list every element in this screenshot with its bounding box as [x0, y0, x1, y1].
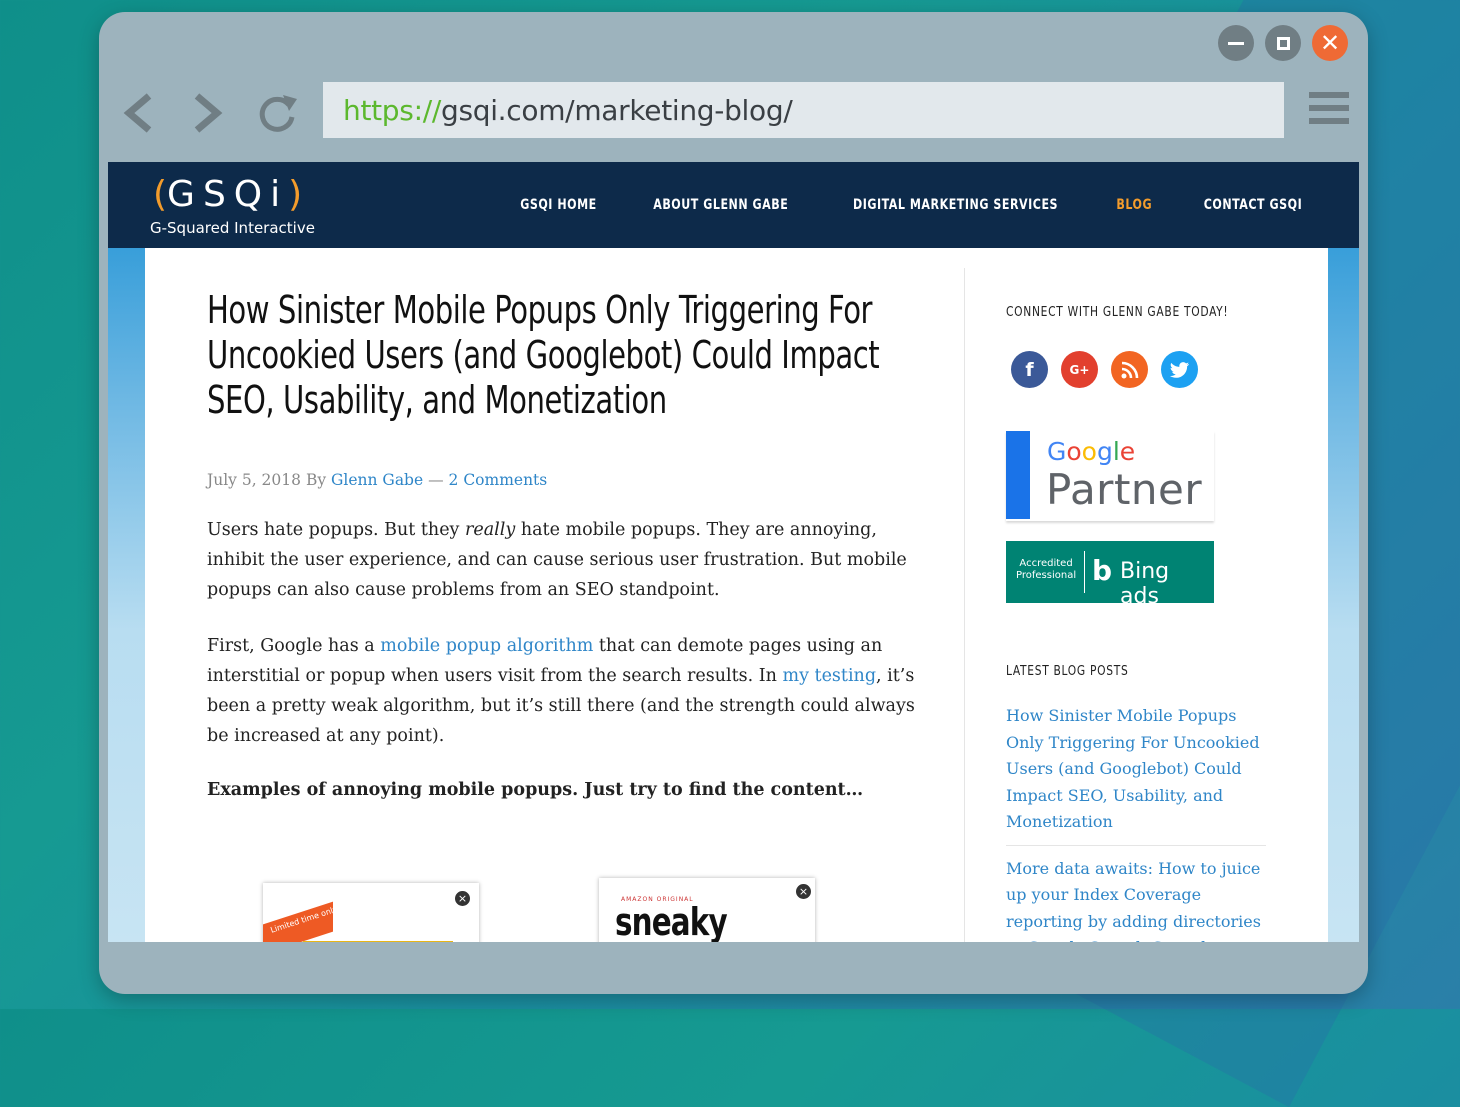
- article: How Sinister Mobile Popups Only Triggeri…: [207, 288, 927, 942]
- google-plus-icon[interactable]: G+: [1061, 351, 1098, 388]
- minimize-icon[interactable]: [1218, 25, 1254, 61]
- post-by: By: [305, 471, 327, 489]
- sneaky-pete-logo: sneaky pete: [615, 900, 728, 942]
- logo-subtitle: G-Squared Interactive: [150, 219, 315, 237]
- nav-about-glenn-gabe[interactable]: ABOUT GLENN GABE: [653, 197, 788, 213]
- nav-blog[interactable]: BLOG: [1117, 197, 1153, 213]
- popup-close-icon: ×: [796, 884, 811, 899]
- facebook-icon[interactable]: f: [1011, 351, 1048, 388]
- popup-examples: Limited time only. × AMAZON ORIGINAL sne…: [207, 878, 927, 942]
- browser-window: ✕ https://gsqi.com/marketing-blog/ (GSQi…: [99, 12, 1368, 994]
- maximize-icon[interactable]: [1265, 25, 1301, 61]
- popup-example-1: Limited time only. ×: [263, 883, 479, 942]
- site-logo[interactable]: (GSQi): [153, 174, 302, 215]
- content-area: How Sinister Mobile Popups Only Triggeri…: [145, 248, 1328, 942]
- paragraph-1: Users hate popups. But they really hate …: [207, 520, 907, 600]
- latest-posts-title: LATEST BLOG POSTS: [1006, 663, 1129, 679]
- twitter-icon[interactable]: [1161, 351, 1198, 388]
- top-navigation: GSQI HOME ABOUT GLENN GABE DIGITAL MARKE…: [515, 162, 1309, 248]
- paragraph-3: Examples of annoying mobile popups. Just…: [207, 780, 864, 800]
- logo-text: GSQi: [167, 174, 289, 215]
- page-viewport: (GSQi) G-Squared Interactive GSQI HOME A…: [108, 162, 1359, 942]
- post-title: How Sinister Mobile Popups Only Triggeri…: [207, 288, 880, 422]
- post-author-link[interactable]: Glenn Gabe: [331, 471, 423, 489]
- post-comments-link[interactable]: 2 Comments: [449, 471, 548, 489]
- meta-separator: —: [428, 471, 444, 489]
- my-testing-link[interactable]: my testing: [783, 666, 877, 686]
- reload-icon[interactable]: [253, 89, 301, 137]
- rss-icon[interactable]: [1111, 351, 1148, 388]
- url-path: gsqi.com/marketing-blog/: [440, 93, 793, 127]
- bing-logo-icon: b: [1092, 554, 1113, 587]
- popup-close-icon: ×: [455, 891, 470, 906]
- post-meta: July 5, 2018 By Glenn Gabe — 2 Comments: [207, 471, 927, 489]
- nav-contact-gsqi[interactable]: CONTACT GSQI: [1204, 197, 1303, 213]
- window-bottom-bar: [108, 942, 1359, 994]
- nav-digital-marketing-services[interactable]: DIGITAL MARKETING SERVICES: [853, 197, 1058, 213]
- mobile-popup-algorithm-link[interactable]: mobile popup algorithm: [380, 636, 593, 656]
- hamburger-menu-icon[interactable]: [1309, 92, 1349, 128]
- google-wordmark: Google: [1047, 437, 1136, 466]
- connect-title: CONNECT WITH GLENN GABE TODAY!: [1006, 304, 1229, 320]
- emphasis: really: [465, 520, 516, 540]
- bing-ads-badge: Accredited Professional b Bing ads: [1006, 541, 1214, 609]
- paragraph-2: First, Google has a mobile popup algorit…: [207, 636, 915, 746]
- url-protocol: https://: [343, 93, 441, 127]
- latest-posts-list: How Sinister Mobile Popups Only Triggeri…: [1006, 703, 1266, 942]
- partner-text: Partner: [1046, 465, 1203, 514]
- latest-post-link[interactable]: How Sinister Mobile Popups Only Triggeri…: [1006, 703, 1266, 846]
- address-bar[interactable]: https://gsqi.com/marketing-blog/: [323, 82, 1284, 138]
- column-divider: [964, 268, 965, 942]
- bing-accredited-text: Accredited Professional: [1016, 558, 1077, 581]
- latest-post-link[interactable]: More data awaits: How to juice up your I…: [1006, 856, 1266, 943]
- back-arrow-icon[interactable]: [115, 89, 163, 137]
- post-date: July 5, 2018: [207, 471, 301, 489]
- google-partner-badge: Google Partner: [1006, 431, 1214, 521]
- nav-gsqi-home[interactable]: GSQI HOME: [520, 197, 597, 213]
- social-icons: f G+: [1011, 351, 1198, 388]
- forward-arrow-icon[interactable]: [183, 89, 231, 137]
- site-header: (GSQi) G-Squared Interactive GSQI HOME A…: [108, 162, 1359, 248]
- close-icon[interactable]: ✕: [1312, 25, 1348, 61]
- bing-ads-text: Bing ads: [1120, 559, 1170, 609]
- popup-example-2: AMAZON ORIGINAL sneaky pete ×: [599, 878, 815, 942]
